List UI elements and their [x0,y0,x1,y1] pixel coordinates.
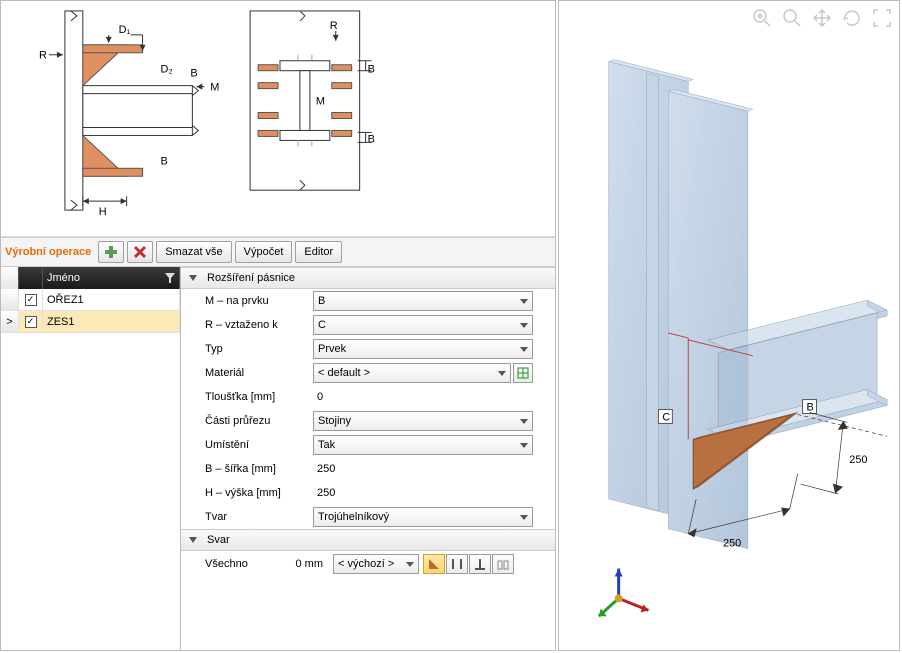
operations-toolbar: Výrobní operace Smazat vše Výpočet Edito… [1,237,555,267]
chevron-down-icon [520,515,528,520]
svg-text:R: R [39,50,47,62]
row-indicator [1,289,19,310]
section-parts-select[interactable]: Stojiny [313,411,533,431]
type-select[interactable]: Prvek [313,339,533,359]
weld-none-icon [496,557,510,571]
svg-text:B: B [368,133,375,145]
weld-type-2-button[interactable] [446,554,468,574]
svg-text:D₁: D₁ [119,24,131,36]
prop-label: H – výška [mm] [205,487,305,499]
chevron-down-icon [520,299,528,304]
operation-diagram: R D₁ D₂ B M B H [1,1,555,237]
b-width-input[interactable]: 250 [313,463,339,475]
member-c-label: C [662,411,670,423]
member-b-label: B [807,402,814,414]
calculate-button[interactable]: Výpočet [235,241,293,263]
r-related-select[interactable]: C [313,315,533,335]
weld-single-icon [473,557,487,571]
clear-all-button[interactable]: Smazat vše [156,241,231,263]
prop-label: Tloušťka [mm] [205,391,305,403]
prop-label: Typ [205,343,305,355]
weld-all-label: Všechno [205,558,275,570]
svg-text:D₂: D₂ [161,64,173,76]
ops-header-name: Jméno [47,272,80,284]
material-select[interactable]: < default > [313,363,511,383]
weld-type-1-button[interactable] [423,554,445,574]
group-header-expansion[interactable]: Rozšíření pásnice [181,267,555,289]
prop-label: M – na prvku [205,295,305,307]
svg-text:R: R [330,20,338,32]
operation-checkbox[interactable]: ✓ [25,316,37,328]
remove-operation-button[interactable] [127,241,153,263]
operation-row[interactable]: ✓ OŘEZ1 [1,289,180,311]
zoom-in-button[interactable] [749,5,775,31]
chevron-down-icon [520,443,528,448]
dimension-b: 250 [849,454,867,466]
chevron-down-icon [498,371,506,376]
zoom-out-button[interactable] [779,5,805,31]
svg-text:B: B [190,68,197,80]
thickness-input[interactable]: 0 [313,391,327,403]
svg-text:M: M [316,96,325,108]
chevron-down-icon [520,347,528,352]
shape-select[interactable]: Trojúhelníkový [313,507,533,527]
collapse-icon [189,537,197,543]
group-header-weld[interactable]: Svar [181,529,555,551]
prop-label: B – šířka [mm] [205,463,305,475]
collapse-icon [189,275,197,281]
fit-view-button[interactable] [869,5,895,31]
operations-list: Jméno ✓ OŘEZ1 > ✓ ZES1 [1,267,181,650]
x-icon [133,245,147,259]
row-indicator: > [1,311,19,332]
prop-label: Umístění [205,439,305,451]
weld-type-3-button[interactable] [469,554,491,574]
svg-text:M: M [210,82,219,94]
prop-label: R – vztaženo k [205,319,305,331]
svg-text:H: H [99,206,107,218]
prop-label: Části průřezu [205,415,305,427]
prop-label: Materiál [205,367,305,379]
filter-icon[interactable] [165,273,175,283]
dimension-h: 250 [723,538,741,550]
operation-name: ZES1 [43,311,180,332]
h-height-input[interactable]: 250 [313,487,339,499]
weld-default-select[interactable]: < výchozí > [333,554,419,574]
operation-row[interactable]: > ✓ ZES1 [1,311,180,333]
operation-name: OŘEZ1 [43,289,180,310]
prop-label: Tvar [205,511,305,523]
material-icon [517,367,529,379]
plus-icon [104,245,118,259]
editor-button[interactable]: Editor [295,241,342,263]
weld-fillet-icon [427,557,441,571]
weld-size-value[interactable]: 0 mm [279,558,329,570]
chevron-down-icon [520,419,528,424]
svg-text:B: B [161,155,168,167]
pan-button[interactable] [809,5,835,31]
coordinate-triad [599,569,649,617]
weld-double-icon [450,557,464,571]
rotate-button[interactable] [839,5,865,31]
properties-panel: Rozšíření pásnice M – na prvku B R – vzt… [181,267,555,650]
svg-text:B: B [368,64,375,76]
position-select[interactable]: Tak [313,435,533,455]
operation-checkbox[interactable]: ✓ [25,294,37,306]
section-title: Výrobní operace [5,246,91,258]
chevron-down-icon [520,323,528,328]
material-library-button[interactable] [513,363,533,383]
chevron-down-icon [406,562,414,567]
3d-viewport[interactable]: C B 250 250 [558,0,900,651]
add-operation-button[interactable] [98,241,124,263]
weld-type-4-button[interactable] [492,554,514,574]
m-member-select[interactable]: B [313,291,533,311]
